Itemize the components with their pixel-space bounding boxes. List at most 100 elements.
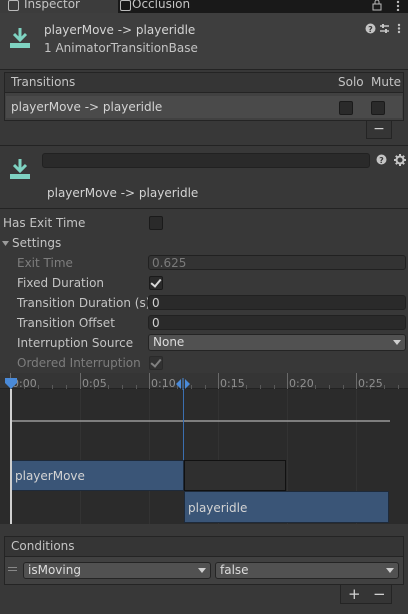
playhead-handle-icon[interactable] [4, 377, 18, 391]
transition-duration-label: Transition Duration (s) [17, 296, 151, 310]
ordered-interruption-checkbox [149, 356, 163, 370]
condition-value-dropdown[interactable]: false [215, 562, 399, 579]
exit-time-label: Exit Time [17, 256, 73, 270]
timeline-minor-tick [329, 385, 330, 389]
help-icon[interactable]: ? [376, 154, 387, 165]
source-state-bar[interactable]: playerMove [10, 460, 184, 491]
svg-text:?: ? [379, 156, 384, 165]
drag-handle-icon[interactable] [8, 567, 17, 568]
timeline-tick [149, 373, 150, 389]
conditions-list-body: isMoving false [4, 556, 404, 585]
list-item[interactable]: playerMove -> playeridle [6, 96, 402, 118]
mute-checkbox[interactable] [371, 101, 385, 115]
tab-bar: Inspector Occlusion [0, 0, 408, 13]
transition-offset-label: Transition Offset [17, 316, 115, 330]
inspector-tab-icon [8, 0, 19, 11]
timeline-minor-tick [108, 385, 109, 389]
dest-state-label: playeridle [188, 501, 248, 515]
timeline-minor-tick [343, 385, 344, 389]
help-icon[interactable]: ? [365, 23, 376, 34]
remove-condition-button[interactable]: − [373, 585, 386, 603]
timeline-tick [287, 373, 288, 389]
transitions-list-header: Transitions Solo Mute [4, 72, 404, 92]
transitions-list-body: playerMove -> playeridle [4, 92, 404, 121]
fixed-duration-label: Fixed Duration [17, 276, 105, 290]
timeline-tick [356, 373, 357, 389]
timeline-minor-tick [38, 385, 39, 389]
interruption-source-label: Interruption Source [17, 336, 134, 350]
fixed-duration-checkbox[interactable] [149, 276, 163, 290]
add-condition-button[interactable]: + [348, 585, 361, 603]
timeline-minor-tick [136, 385, 137, 389]
conditions-header: Conditions [4, 536, 404, 556]
timeline-tick-label: 0:25 [358, 377, 383, 390]
drag-handle-icon[interactable] [8, 570, 17, 571]
ordered-interruption-label: Ordered Interruption [17, 356, 141, 370]
remove-transition-button[interactable]: − [366, 121, 392, 139]
header-menu-icon[interactable] [395, 23, 403, 34]
kebab-menu-icon[interactable] [393, 0, 403, 11]
timeline-tick-label: 0:10 [151, 377, 176, 390]
has-exit-time-checkbox[interactable] [149, 216, 163, 230]
transition-label: playerMove -> playeridle [47, 186, 199, 200]
divider [0, 208, 408, 209]
tab-inspector[interactable]: Inspector [0, 0, 118, 13]
timeline-minor-tick [246, 385, 247, 389]
has-exit-time-label: Has Exit Time [3, 216, 86, 230]
chevron-down-icon [198, 568, 206, 573]
timeline-tick [80, 373, 81, 389]
mute-label: Mute [371, 75, 402, 89]
dest-state-bar[interactable]: playeridle [184, 491, 389, 523]
header-subtitle: 1 AnimatorTransitionBase [44, 41, 198, 55]
timeline-minor-tick [191, 385, 192, 389]
settings-foldout[interactable]: Settings [12, 236, 61, 250]
tab-inspector-label: Inspector [24, 0, 80, 11]
timeline-minor-tick [205, 385, 206, 389]
tab-occlusion[interactable]: Occlusion [120, 0, 220, 13]
transition-icon [10, 159, 30, 179]
transition-duration-field[interactable]: 0 [148, 295, 406, 310]
transition-offset-field[interactable]: 0 [148, 315, 406, 330]
solo-checkbox[interactable] [339, 101, 353, 115]
timeline-minor-tick [274, 385, 275, 389]
timeline-minor-tick [384, 385, 385, 389]
divider [0, 69, 408, 70]
transitions-title: Transitions [11, 75, 76, 89]
divider [0, 145, 408, 146]
gear-icon[interactable] [394, 154, 406, 166]
source-state-label: playerMove [15, 469, 85, 483]
timeline-tick-label: 0:15 [220, 377, 245, 390]
transition-list-item-label: playerMove -> playeridle [11, 100, 163, 114]
timeline-ruler [0, 373, 408, 389]
transition-end-marker [183, 389, 184, 460]
timeline-minor-tick [66, 385, 67, 389]
preset-sliders-icon[interactable] [379, 23, 390, 34]
source-state-overflow [184, 460, 286, 491]
transition-weight-curve [10, 420, 390, 422]
transition-icon [10, 28, 30, 48]
timeline-minor-tick [398, 385, 399, 389]
occlusion-tab-icon [120, 0, 131, 11]
solo-label: Solo [338, 75, 364, 89]
timeline-minor-tick [260, 385, 261, 389]
timeline-minor-tick [315, 385, 316, 389]
exit-time-field: 0.625 [148, 255, 406, 270]
timeline-tick-label: 0:05 [82, 377, 107, 390]
timeline-tick [218, 373, 219, 389]
timeline-tick-label: 0:20 [289, 377, 314, 390]
header-title: playerMove -> playeridle [44, 23, 196, 37]
transition-name-input[interactable] [42, 153, 370, 168]
condition-value-text: false [220, 563, 249, 577]
condition-parameter-dropdown[interactable]: isMoving [23, 562, 211, 579]
interruption-source-value: None [153, 335, 185, 349]
lock-icon[interactable] [371, 0, 383, 11]
timeline-playhead[interactable] [10, 389, 12, 524]
tab-occlusion-label: Occlusion [132, 0, 191, 11]
timeline-minor-tick [52, 385, 53, 389]
svg-text:?: ? [368, 25, 373, 34]
chevron-down-icon [386, 568, 394, 573]
transition-range-handle-icon[interactable] [175, 378, 191, 390]
chevron-down-icon[interactable] [1, 239, 10, 248]
interruption-source-dropdown[interactable]: None [148, 334, 406, 351]
timeline-minor-tick [122, 385, 123, 389]
